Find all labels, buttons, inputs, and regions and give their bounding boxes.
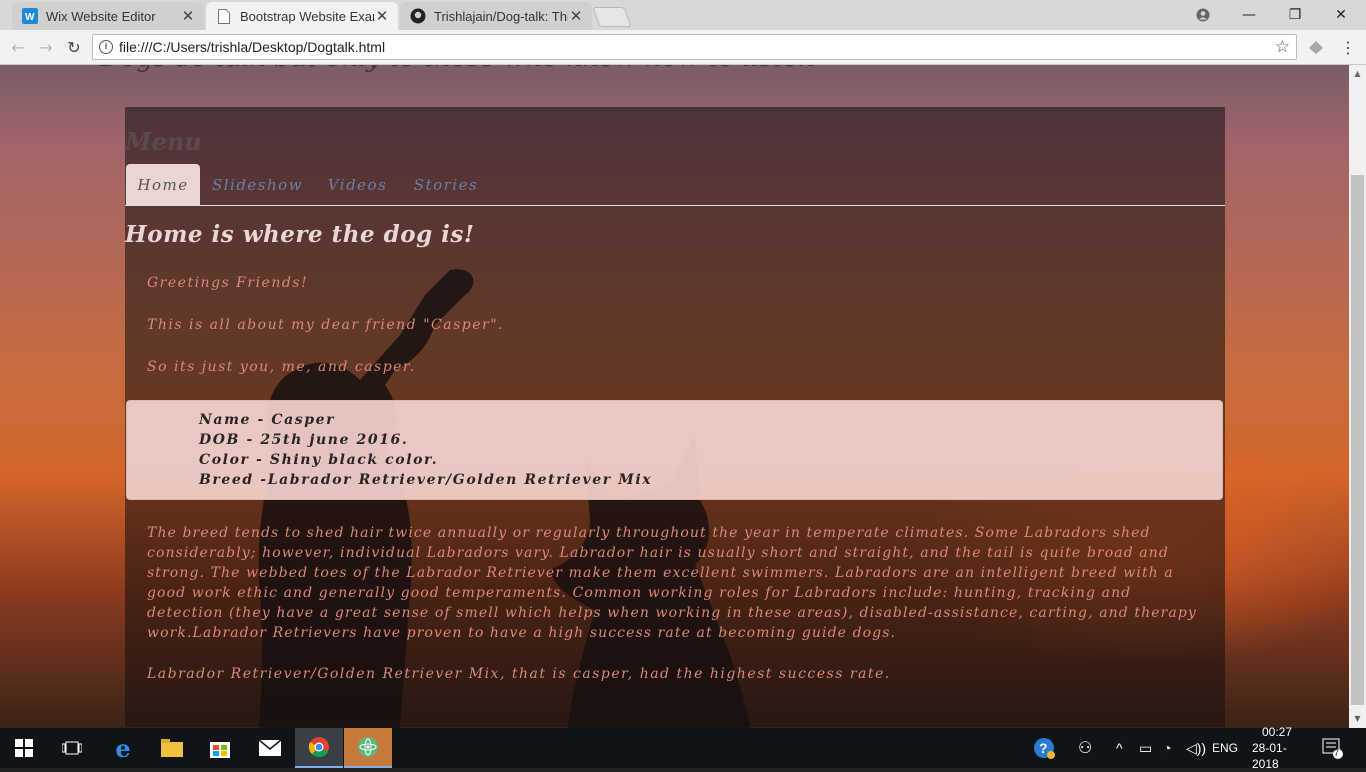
extension-icon[interactable]	[1306, 37, 1326, 57]
scroll-up-arrow-icon[interactable]: ▲	[1349, 67, 1366, 81]
address-bar[interactable]: i file:///C:/Users/trishla/Desktop/Dogta…	[92, 34, 1297, 60]
browser-toolbar: ← → ↻ i file:///C:/Users/trishla/Desktop…	[0, 30, 1366, 65]
battery-icon[interactable]: ▭	[1139, 728, 1152, 768]
url-text[interactable]: file:///C:/Users/trishla/Desktop/Dogtalk…	[119, 39, 385, 55]
windows-taskbar: e ? ⚇ ^ ▭ ◔ ◁)) ENG 00:27 28-01-2018 7	[0, 725, 1366, 771]
tab-home[interactable]: Home	[126, 164, 200, 205]
language-indicator[interactable]: ENG	[1212, 728, 1238, 768]
tab-slideshow[interactable]: Slideshow	[205, 164, 310, 205]
content-panel: Menu Home Slideshow Videos Stories Home …	[125, 107, 1225, 727]
intro-greeting: Greetings Friends!	[147, 275, 309, 291]
tab-label: Bootstrap Website Examp	[240, 8, 374, 24]
edge-browser-icon[interactable]: e	[99, 728, 147, 768]
info-icon[interactable]: i	[99, 40, 113, 54]
clock[interactable]: 00:27 28-01-2018	[1252, 725, 1302, 771]
nav-tabs: Home Slideshow Videos Stories	[125, 164, 1225, 206]
info-breed: Breed -Labrador Retriever/Golden Retriev…	[199, 472, 653, 488]
new-tab-button[interactable]	[592, 7, 632, 27]
vertical-scrollbar[interactable]: ▲ ▼	[1349, 65, 1366, 728]
breed-description: The breed tends to shed hair twice annua…	[147, 525, 1197, 641]
close-icon[interactable]: ✕	[374, 7, 390, 25]
tab-bootstrap-example[interactable]: Bootstrap Website Examp ✕	[206, 2, 398, 30]
volume-icon[interactable]: ◁))	[1186, 728, 1206, 768]
svg-text:?: ?	[1039, 740, 1048, 756]
close-icon[interactable]: ✕	[568, 7, 584, 25]
forward-arrow-icon[interactable]: →	[36, 37, 56, 57]
task-view-icon[interactable]	[48, 728, 96, 768]
minimize-button[interactable]: —	[1226, 0, 1272, 30]
wifi-icon[interactable]: ◔	[1163, 728, 1171, 768]
wix-icon: W	[22, 8, 38, 24]
close-window-button[interactable]: ✕	[1318, 0, 1364, 30]
tab-wix-editor[interactable]: W Wix Website Editor ✕	[12, 2, 204, 30]
tab-videos[interactable]: Videos	[320, 164, 395, 205]
close-icon[interactable]: ✕	[180, 7, 196, 25]
menu-title: Menu	[125, 127, 202, 156]
tab-label: Wix Website Editor	[46, 8, 156, 24]
bookmark-star-icon[interactable]: ☆	[1275, 37, 1290, 57]
people-icon[interactable]: ⚇	[1078, 728, 1092, 768]
file-explorer-icon[interactable]	[148, 728, 196, 768]
tab-label: Trishlajain/Dog-talk: This	[434, 8, 568, 24]
clock-date: 28-01-2018	[1252, 741, 1287, 771]
page-icon	[216, 8, 232, 24]
svg-text:W: W	[25, 12, 35, 23]
restore-button[interactable]: ❐	[1272, 0, 1318, 30]
info-color: Color - Shiny black color.	[199, 452, 439, 468]
atom-editor-icon[interactable]	[344, 728, 392, 768]
mail-icon[interactable]	[246, 728, 294, 768]
chevron-up-icon[interactable]: ^	[1116, 728, 1123, 768]
info-dob: DOB - 25th june 2016.	[199, 432, 409, 448]
tagline-text: Dogs do talk but only to those who know …	[100, 65, 815, 73]
back-arrow-icon[interactable]: ←	[8, 37, 28, 57]
page-viewport: Dogs do talk but only to those who know …	[0, 65, 1349, 728]
intro-closing: So its just you, me, and casper.	[147, 359, 416, 375]
browser-tab-strip: W Wix Website Editor ✕ Bootstrap Website…	[0, 0, 1366, 30]
github-icon	[410, 8, 426, 24]
reload-icon[interactable]: ↻	[64, 37, 84, 57]
notification-count: 7	[1334, 748, 1340, 758]
clock-time: 00:27	[1261, 725, 1293, 739]
action-center-icon[interactable]: 7	[1322, 728, 1344, 768]
intro-about: This is all about my dear friend "Casper…	[147, 317, 505, 333]
scroll-down-arrow-icon[interactable]: ▼	[1349, 712, 1366, 726]
dog-info-box: Name - Casper DOB - 25th june 2016. Colo…	[126, 400, 1223, 500]
closing-sentence: Labrador Retriever/Golden Retriever Mix,…	[147, 666, 891, 682]
help-icon[interactable]: ?	[1032, 728, 1056, 768]
scrollbar-thumb[interactable]	[1351, 175, 1364, 705]
store-icon[interactable]	[196, 728, 244, 768]
windows-start-icon[interactable]	[0, 728, 48, 768]
page-heading: Home is where the dog is!	[125, 221, 475, 248]
info-name: Name - Casper	[199, 412, 336, 428]
chrome-taskbar-icon[interactable]	[295, 728, 343, 768]
menu-kebab-icon[interactable]: ⋮	[1338, 37, 1358, 57]
tab-stories[interactable]: Stories	[405, 164, 487, 205]
profile-icon[interactable]	[1180, 0, 1226, 30]
tab-github-dog-talk[interactable]: Trishlajain/Dog-talk: This ✕	[400, 2, 592, 30]
